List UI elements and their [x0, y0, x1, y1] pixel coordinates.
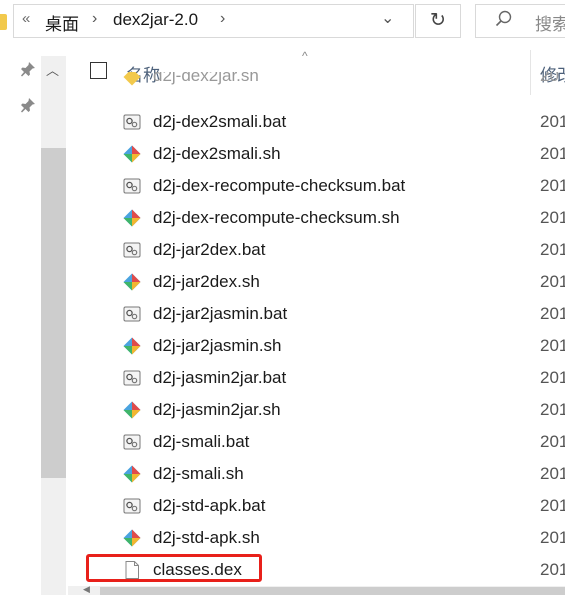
batch-file-icon [123, 177, 141, 195]
file-row[interactable]: d2j-dex2smali.sh 201 [68, 138, 565, 170]
pin-icon[interactable] [20, 61, 36, 77]
file-row[interactable]: d2j-dex2jar.sh 20 [68, 72, 565, 92]
address-dropdown-icon[interactable]: ⌄ [381, 8, 394, 28]
pin-icon[interactable] [20, 97, 36, 113]
refresh-icon: ↻ [430, 10, 446, 31]
file-modified-date: 201 [540, 464, 565, 483]
gear-script-icon [123, 72, 141, 86]
file-row[interactable]: d2j-smali.bat 201 [68, 426, 565, 458]
file-modified-date: 201 [540, 368, 565, 387]
file-name: d2j-std-apk.sh [153, 528, 260, 547]
file-name: d2j-jasmin2jar.bat [153, 368, 287, 387]
batch-file-icon [123, 305, 141, 323]
file-name: d2j-dex2smali.bat [153, 112, 287, 131]
address-bar: « 桌面 › dex2jar-2.0 › ⌄ ↻ 搜索 [0, 0, 565, 44]
file-modified-date: 201 [540, 208, 565, 227]
file-row[interactable]: d2j-jar2jasmin.bat 201 [68, 298, 565, 330]
file-row[interactable]: d2j-jasmin2jar.sh 201 [68, 394, 565, 426]
file-name: d2j-jar2jasmin.sh [153, 336, 282, 355]
file-modified-date: 201 [540, 496, 565, 515]
breadcrumb-item-desktop[interactable]: 桌面 [45, 10, 79, 35]
file-row[interactable]: d2j-std-apk.sh 201 [68, 522, 565, 554]
file-name: d2j-dex-recompute-checksum.sh [153, 208, 400, 227]
file-name: d2j-jar2dex.bat [153, 240, 266, 259]
file-modified-date: 201 [540, 304, 565, 323]
sort-ascending-icon: ^ [302, 49, 308, 63]
search-placeholder: 搜索 [535, 15, 565, 34]
file-row[interactable]: d2j-jar2dex.bat 201 [68, 234, 565, 266]
batch-file-icon [123, 369, 141, 387]
file-modified-date: 201 [540, 144, 565, 163]
file-modified-date: 20 [540, 72, 559, 85]
vertical-scrollbar-thumb[interactable] [41, 148, 66, 478]
file-modified-date: 201 [540, 528, 565, 547]
folder-icon [0, 14, 7, 30]
file-name: d2j-smali.sh [153, 464, 244, 483]
file-name: d2j-smali.bat [153, 432, 250, 451]
file-name: d2j-dex2jar.sh [153, 72, 259, 85]
file-modified-date: 201 [540, 240, 565, 259]
shell-script-icon [123, 401, 141, 419]
file-modified-date: 201 [540, 112, 565, 131]
file-name: d2j-jasmin2jar.sh [153, 400, 281, 419]
file-row[interactable]: d2j-dex-recompute-checksum.sh 201 [68, 202, 565, 234]
file-row[interactable]: d2j-jar2dex.sh 201 [68, 266, 565, 298]
shell-script-icon [123, 273, 141, 291]
scroll-up-arrow-icon[interactable]: ︿ [46, 60, 59, 79]
breadcrumb-overflow-icon[interactable]: « [22, 10, 30, 27]
file-modified-date: 201 [540, 432, 565, 451]
file-row[interactable]: d2j-jar2jasmin.sh 201 [68, 330, 565, 362]
file-name: d2j-dex-recompute-checksum.bat [153, 176, 406, 195]
shell-script-icon [123, 529, 141, 547]
refresh-button[interactable]: ↻ [415, 4, 461, 38]
batch-file-icon [123, 113, 141, 131]
file-modified-date: 201 [540, 336, 565, 355]
scroll-left-arrow-icon[interactable]: ◀ [83, 584, 90, 595]
search-icon [495, 10, 512, 27]
file-name: d2j-jar2dex.sh [153, 272, 260, 291]
batch-file-icon [123, 497, 141, 515]
file-modified-date: 201 [540, 176, 565, 195]
breadcrumb-item-folder[interactable]: dex2jar-2.0 [113, 10, 198, 30]
breadcrumb-separator-icon[interactable]: › [220, 10, 225, 28]
file-modified-date: 201 [540, 400, 565, 419]
file-row[interactable]: d2j-dex2smali.bat 201 [68, 106, 565, 138]
shell-script-icon [123, 465, 141, 483]
file-row[interactable]: d2j-std-apk.bat 201 [68, 490, 565, 522]
file-name: d2j-jar2jasmin.bat [153, 304, 288, 323]
file-row[interactable]: d2j-jasmin2jar.bat 201 [68, 362, 565, 394]
highlight-annotation [86, 554, 262, 582]
breadcrumb-separator-icon[interactable]: › [92, 10, 97, 28]
horizontal-scrollbar-thumb[interactable] [100, 587, 565, 595]
shell-script-icon [123, 209, 141, 227]
shell-script-icon [123, 337, 141, 355]
file-modified-date: 201 [540, 272, 565, 291]
batch-file-icon [123, 433, 141, 451]
batch-file-icon [123, 241, 141, 259]
shell-script-icon [123, 145, 141, 163]
file-row[interactable]: d2j-smali.sh 201 [68, 458, 565, 490]
file-row[interactable]: d2j-dex-recompute-checksum.bat 201 [68, 170, 565, 202]
file-name: d2j-std-apk.bat [153, 496, 266, 515]
file-name: d2j-dex2smali.sh [153, 144, 281, 163]
file-modified-date: 201 [540, 560, 565, 579]
